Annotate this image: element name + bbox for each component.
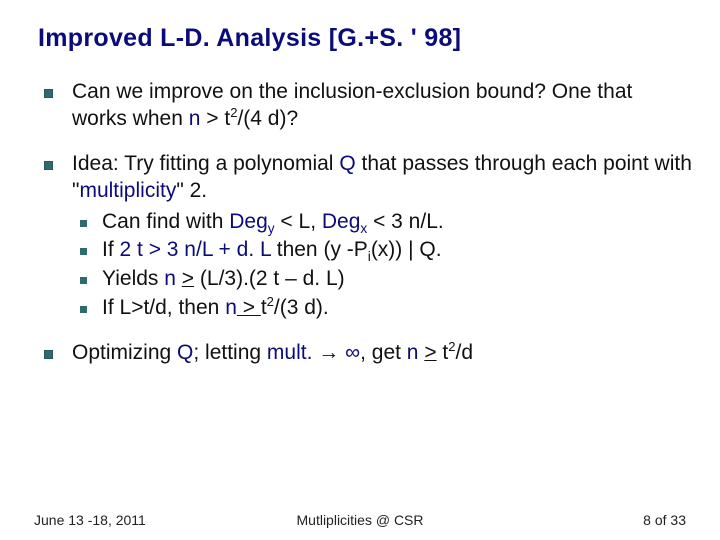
b3-arrow: → (312, 341, 345, 364)
degx: Deg (322, 210, 361, 233)
sub-3-n: n (164, 267, 176, 290)
b3-mult: mult. (267, 341, 313, 364)
sub-y: y (268, 221, 275, 236)
sub-4-tail: /(3 d). (274, 296, 329, 319)
geq-2: > (237, 296, 261, 319)
word-multiplicity: multiplicity (79, 179, 176, 202)
footer-venue: Mutliplicities @ CSR (296, 512, 423, 528)
b3-tail: /d (456, 341, 474, 364)
sub-2-tail2: (x)) | Q. (371, 238, 442, 261)
sup-2c: 2 (448, 339, 455, 354)
sub-1-lt1: < L, (275, 210, 322, 233)
var-n: n (189, 107, 201, 130)
var-Q: Q (339, 152, 355, 175)
sub-2-then: then (271, 238, 324, 261)
b3-n: n (407, 341, 419, 364)
footer-page: 8 of 33 (643, 512, 686, 528)
slide-title: Improved L-D. Analysis [G.+S. ' 98] (38, 24, 692, 53)
infinity-icon: ∞ (345, 341, 360, 364)
sub-3-a: Yields (102, 267, 164, 290)
sub-4-n: n (225, 296, 237, 319)
footer-date: June 13 -18, 2011 (34, 512, 146, 528)
sub-1-lt2: < 3 n/L. (367, 210, 443, 233)
sub-2-tail: (y -P (323, 238, 367, 261)
sub-1-a: Can find with (102, 210, 229, 233)
geq-1: > (182, 267, 194, 290)
geq-3: > (424, 341, 436, 364)
bullet-1-gt: > t (200, 107, 230, 130)
bullet-1-text: Can we improve on the inclusion-exclusio… (72, 80, 632, 130)
sub-4: If L>t/d, then n > t2/(3 d). (72, 295, 692, 322)
b3-a: Optimizing (72, 341, 177, 364)
bullet-3: Optimizing Q; letting mult. → ∞, get n >… (38, 340, 692, 367)
b3-Q: Q (177, 341, 193, 364)
bullet-1: Can we improve on the inclusion-exclusio… (38, 79, 692, 133)
sub-list: Can find with Degy < L, Degx < 3 n/L. If… (72, 209, 692, 323)
b3-mid: ; letting (193, 341, 267, 364)
bullet-2-post: " 2. (176, 179, 207, 202)
bullet-list: Can we improve on the inclusion-exclusio… (38, 79, 692, 367)
sub-2: If 2 t > 3 n/L + d. L then (y -Pi(x)) | … (72, 237, 692, 264)
bullet-2: Idea: Try fitting a polynomial Q that pa… (38, 151, 692, 322)
b3-get: , get (360, 341, 407, 364)
b3-t: t (437, 341, 449, 364)
sub-1: Can find with Degy < L, Degx < 3 n/L. (72, 209, 692, 236)
sub-2-a: If (102, 238, 120, 261)
slide: Improved L-D. Analysis [G.+S. ' 98] Can … (0, 0, 720, 540)
bullet-1-tail: /(4 d)? (237, 107, 298, 130)
sub-3-rhs: (L/3).(2 t – d. L) (194, 267, 345, 290)
bullet-2-pre: Idea: Try fitting a polynomial (72, 152, 339, 175)
sub-4-a: If (102, 296, 120, 319)
sub-3: Yields n > (L/3).(2 t – d. L) (72, 266, 692, 293)
footer: June 13 -18, 2011 Mutliplicities @ CSR 8… (0, 512, 720, 528)
sub-2-cond: 2 t > 3 n/L + d. L (120, 238, 271, 261)
sup-2b: 2 (267, 294, 274, 309)
degy: Deg (229, 210, 268, 233)
sub-4-cond: L>t/d, then (120, 296, 226, 319)
